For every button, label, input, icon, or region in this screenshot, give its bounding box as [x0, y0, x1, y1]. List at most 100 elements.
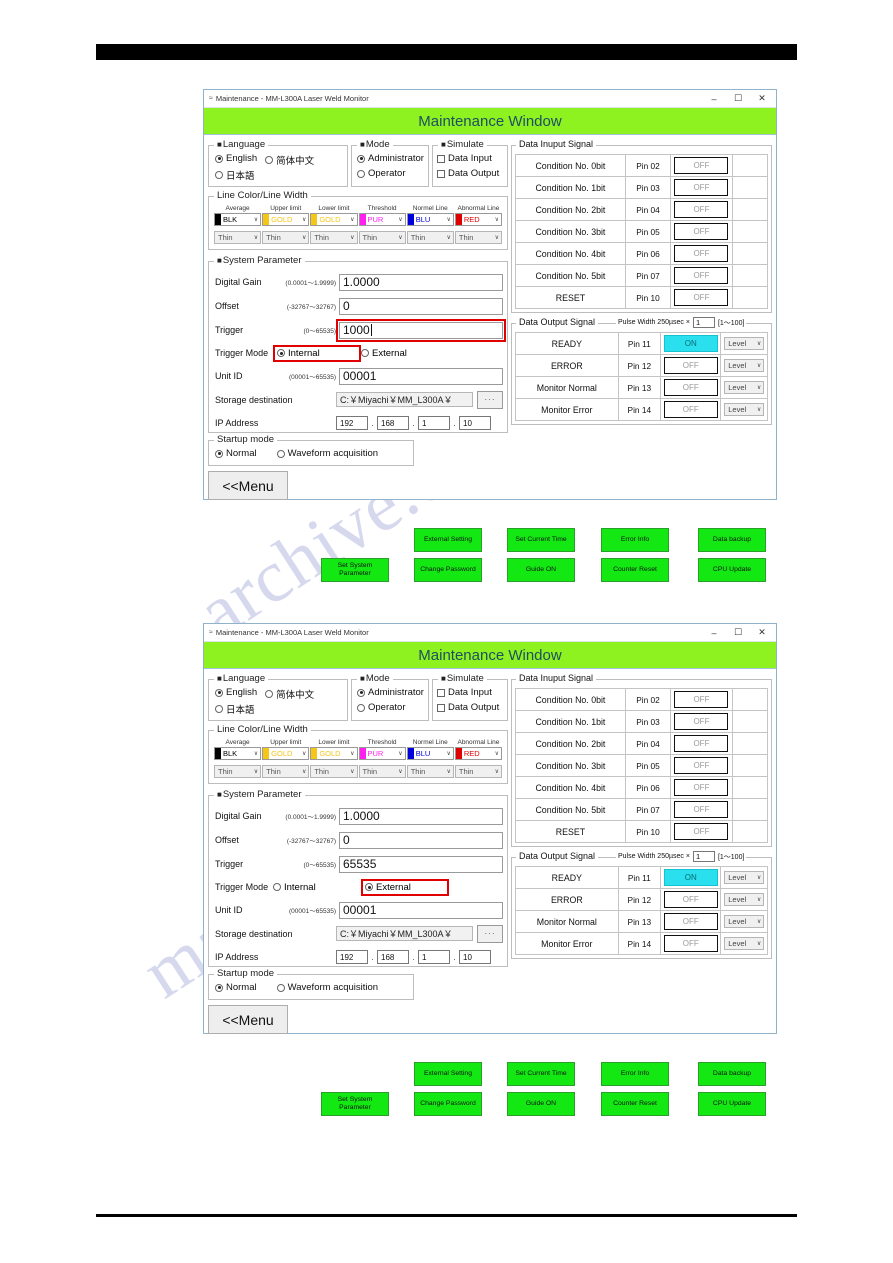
signal-state-button[interactable]: OFF [663, 357, 718, 374]
pulse-width-input[interactable]: 1 [692, 317, 715, 328]
signal-state-button[interactable]: OFF [674, 735, 729, 752]
signal-level-select[interactable]: Level ∨ [724, 915, 765, 928]
ip-octet-0[interactable]: 192 [336, 416, 368, 430]
simulate-option-1[interactable]: Data Output [437, 168, 503, 179]
trigger-mode-external[interactable]: External [361, 345, 449, 362]
set-system-parameter-button[interactable]: Set System Parameter [321, 1092, 389, 1116]
simulate-option-0[interactable]: Data Input [437, 153, 503, 164]
ip-octet-2[interactable]: 1 [418, 416, 450, 430]
language-option-0[interactable]: English [215, 687, 257, 698]
param-input-offset[interactable]: 0 [339, 297, 503, 315]
line-color-select-2[interactable]: GOLD ∨ [310, 213, 358, 226]
param-input-digital-gain[interactable]: 1.0000 [339, 807, 503, 825]
signal-state-button[interactable]: OFF [674, 157, 729, 174]
menu-button[interactable]: <<Menu [208, 471, 288, 500]
signal-state-button[interactable]: OFF [663, 401, 718, 418]
line-color-select-0[interactable]: BLK ∨ [214, 747, 262, 760]
line-width-select-4[interactable]: Thin ∨ [406, 765, 454, 778]
signal-level-select[interactable]: Level ∨ [724, 871, 765, 884]
signal-state-button[interactable]: OFF [674, 223, 729, 240]
line-color-select-1[interactable]: GOLD ∨ [262, 747, 310, 760]
signal-state-button[interactable]: OFF [663, 379, 718, 396]
param-input-unit-id[interactable]: 00001 [339, 367, 503, 385]
cpu-update-button[interactable]: CPU Update [698, 1092, 766, 1116]
startup-mode-option-0[interactable]: Normal [215, 448, 257, 459]
minimize-button[interactable]: – [702, 90, 726, 107]
signal-state-button[interactable]: OFF [674, 267, 729, 284]
trigger-mode-external[interactable]: External [361, 878, 449, 896]
signal-state-button[interactable]: OFF [674, 757, 729, 774]
param-input-trigger[interactable]: 65535 [339, 855, 503, 873]
line-width-select-2[interactable]: Thin ∨ [310, 231, 358, 244]
line-color-select-0[interactable]: BLK ∨ [214, 213, 262, 226]
simulate-option-0[interactable]: Data Input [437, 687, 503, 698]
line-width-select-0[interactable]: Thin ∨ [214, 231, 262, 244]
language-option-1[interactable]: 简体中文 [265, 687, 314, 701]
change-password-button[interactable]: Change Password [414, 1092, 482, 1116]
startup-mode-option-1[interactable]: Waveform acquisition [276, 982, 378, 993]
line-width-select-1[interactable]: Thin ∨ [262, 765, 310, 778]
signal-state-button[interactable]: OFF [674, 779, 729, 796]
line-color-select-2[interactable]: GOLD ∨ [310, 747, 358, 760]
signal-state-button[interactable]: OFF [674, 823, 729, 840]
startup-mode-option-1[interactable]: Waveform acquisition [276, 448, 378, 459]
counter-reset-button[interactable]: Counter Reset [601, 1092, 669, 1116]
param-input-offset[interactable]: 0 [339, 831, 503, 849]
signal-state-button[interactable]: OFF [663, 935, 718, 952]
menu-button[interactable]: <<Menu [208, 1005, 288, 1034]
signal-level-select[interactable]: Level ∨ [724, 381, 765, 394]
storage-input[interactable]: C:￥Miyachi￥MM_L300A￥ [336, 392, 473, 407]
set-current-time-button[interactable]: Set Current Time [507, 528, 575, 552]
ip-octet-3[interactable]: 10 [459, 950, 491, 964]
line-color-select-5[interactable]: RED ∨ [454, 213, 503, 226]
ip-octet-2[interactable]: 1 [418, 950, 450, 964]
signal-level-select[interactable]: Level ∨ [724, 403, 765, 416]
ip-octet-3[interactable]: 10 [459, 416, 491, 430]
data-backup-button[interactable]: Data backup [698, 528, 766, 552]
signal-state-button[interactable]: OFF [674, 245, 729, 262]
line-width-select-4[interactable]: Thin ∨ [406, 231, 454, 244]
signal-level-select[interactable]: Level ∨ [724, 359, 765, 372]
mode-option-1[interactable]: Operator [357, 168, 424, 179]
storage-input[interactable]: C:￥Miyachi￥MM_L300A￥ [336, 926, 473, 941]
signal-state-button[interactable]: ON [663, 335, 718, 352]
data-backup-button[interactable]: Data backup [698, 1062, 766, 1086]
maximize-button[interactable]: ☐ [726, 624, 750, 641]
external-setting-button[interactable]: External Setting [414, 1062, 482, 1086]
signal-state-button[interactable]: OFF [663, 913, 718, 930]
line-color-select-5[interactable]: RED ∨ [454, 747, 503, 760]
browse-button[interactable]: ··· [477, 924, 503, 943]
line-color-select-3[interactable]: PUR ∨ [358, 747, 406, 760]
signal-level-select[interactable]: Level ∨ [724, 937, 765, 950]
signal-state-button[interactable]: OFF [674, 713, 729, 730]
line-color-select-1[interactable]: GOLD ∨ [262, 213, 310, 226]
ip-octet-0[interactable]: 192 [336, 950, 368, 964]
close-button[interactable]: ✕ [750, 624, 774, 641]
change-password-button[interactable]: Change Password [414, 558, 482, 582]
trigger-mode-internal[interactable]: Internal [273, 344, 361, 362]
guide-on-button[interactable]: Guide ON [507, 1092, 575, 1116]
guide-on-button[interactable]: Guide ON [507, 558, 575, 582]
line-color-select-4[interactable]: BLU ∨ [406, 213, 454, 226]
line-color-select-4[interactable]: BLU ∨ [406, 747, 454, 760]
signal-state-button[interactable]: OFF [674, 201, 729, 218]
startup-mode-option-0[interactable]: Normal [215, 982, 257, 993]
external-setting-button[interactable]: External Setting [414, 528, 482, 552]
param-input-trigger[interactable]: 1000 [336, 318, 506, 342]
language-option-1[interactable]: 简体中文 [265, 153, 314, 167]
ip-octet-1[interactable]: 168 [377, 950, 409, 964]
pulse-width-input[interactable]: 1 [692, 851, 715, 862]
language-option-2[interactable]: 日本語 [215, 702, 257, 716]
param-input-unit-id[interactable]: 00001 [339, 901, 503, 919]
mode-option-1[interactable]: Operator [357, 702, 424, 713]
simulate-option-1[interactable]: Data Output [437, 702, 503, 713]
line-width-select-0[interactable]: Thin ∨ [214, 765, 262, 778]
trigger-mode-internal[interactable]: Internal [273, 879, 361, 896]
language-option-2[interactable]: 日本語 [215, 168, 257, 182]
browse-button[interactable]: ··· [477, 390, 503, 409]
line-color-select-3[interactable]: PUR ∨ [358, 213, 406, 226]
line-width-select-3[interactable]: Thin ∨ [358, 231, 406, 244]
set-system-parameter-button[interactable]: Set System Parameter [321, 558, 389, 582]
signal-state-button[interactable]: OFF [674, 691, 729, 708]
param-input-digital-gain[interactable]: 1.0000 [339, 273, 503, 291]
